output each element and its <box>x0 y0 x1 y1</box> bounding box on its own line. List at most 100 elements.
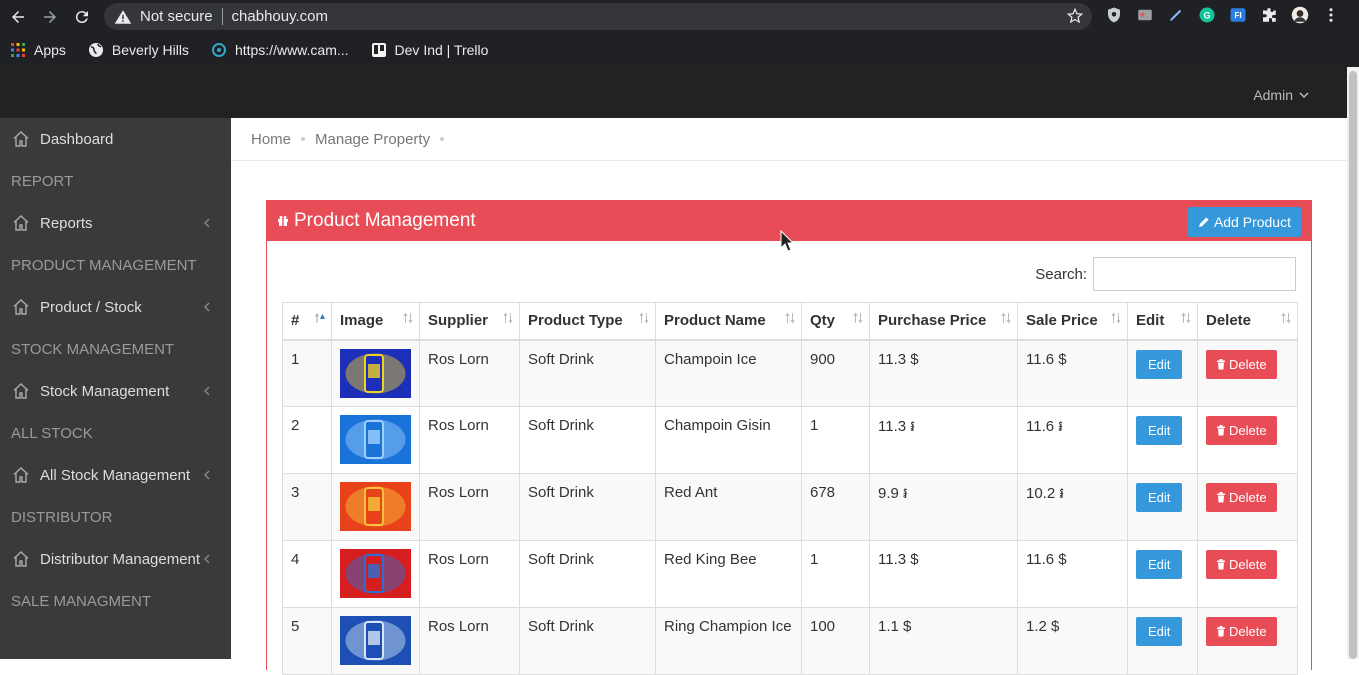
breadcrumb-home[interactable]: Home <box>251 131 291 148</box>
extensions-area: G FI <box>1103 4 1342 26</box>
trash-icon <box>1217 626 1225 637</box>
column-header-qty[interactable]: Qty <box>801 302 870 341</box>
sale-price-text: 11.6 ៛ <box>1026 418 1064 435</box>
sidebar-item-dashboard[interactable]: Dashboard <box>0 118 231 160</box>
cell-purchase-price: 11.3 ៛ <box>869 406 1018 474</box>
supplier-text: Ros Lorn <box>428 484 489 501</box>
sidebar-section-header: REPORT <box>0 160 231 202</box>
bookmark-apps[interactable]: Apps <box>10 42 66 58</box>
sidebar-item-distributor-management[interactable]: Distributor Management <box>0 538 231 580</box>
reload-button[interactable] <box>68 3 96 31</box>
address-bar[interactable]: Not secure chabhouy.com <box>104 3 1092 30</box>
delete-button[interactable]: Delete <box>1206 416 1277 445</box>
scrollbar-thumb[interactable] <box>1349 71 1357 659</box>
column-header-label: Purchase Price <box>878 312 987 330</box>
sidebar-item-all-stock-management[interactable]: All Stock Management <box>0 454 231 496</box>
bookmark-star-icon[interactable] <box>1066 7 1084 25</box>
product-name-text: Ring Champion Ice <box>664 618 792 635</box>
edit-button[interactable]: Edit <box>1136 617 1183 646</box>
product-type-text: Soft Drink <box>528 417 594 434</box>
user-menu[interactable]: Admin <box>1253 87 1309 103</box>
product-thumbnail <box>340 482 411 531</box>
trash-icon <box>1217 559 1225 570</box>
sort-icon <box>403 312 413 324</box>
column-header-edit[interactable]: Edit <box>1127 302 1198 341</box>
delete-button[interactable]: Delete <box>1206 349 1277 379</box>
breadcrumb-manage-property[interactable]: Manage Property <box>315 131 430 148</box>
column-header-purchase-price[interactable]: Purchase Price <box>869 302 1018 341</box>
sidebar-item-product-stock[interactable]: Product / Stock <box>0 286 231 328</box>
search-row: Search: <box>267 256 1311 291</box>
cell-qty: 678 <box>801 473 870 541</box>
column-header-supplier[interactable]: Supplier <box>419 302 520 341</box>
forward-button[interactable] <box>36 3 64 31</box>
cell-number: 5 <box>282 607 332 675</box>
delete-button[interactable]: Delete <box>1206 483 1277 512</box>
cell-delete: Delete <box>1197 339 1298 407</box>
sidebar: Dashboard REPORT Reports PRODUCT MANAGEMENT… <box>0 118 231 659</box>
home-icon <box>13 551 29 567</box>
sidebar-item-label: Distributor Management <box>40 550 201 568</box>
trello-icon <box>371 43 386 57</box>
site-icon <box>211 43 226 57</box>
profile-avatar[interactable] <box>1289 4 1311 26</box>
product-thumbnail <box>340 415 411 464</box>
sidebar-item-label: Dashboard <box>40 130 114 148</box>
row-number: 2 <box>291 417 300 434</box>
puzzle-icon <box>1263 8 1276 22</box>
extension-grammarly[interactable]: G <box>1196 4 1218 26</box>
sidebar-section-header: DISTRIBUTOR <box>0 496 231 538</box>
delete-button[interactable]: Delete <box>1206 617 1277 646</box>
bookmark-beverly-hills[interactable]: Beverly Hills <box>88 42 189 58</box>
mouse-cursor-icon <box>780 230 794 252</box>
sidebar-item-label: Reports <box>40 214 93 232</box>
extension-window[interactable] <box>1134 4 1156 26</box>
product-panel: Product Management Add Product Search: #… <box>266 200 1312 675</box>
edit-button[interactable]: Edit <box>1136 550 1183 579</box>
cell-purchase-price: 11.3 $ <box>869 540 1018 608</box>
column-header-label: Delete <box>1206 312 1252 330</box>
column-header-product-type[interactable]: Product Type <box>519 302 656 341</box>
column-header-delete[interactable]: Delete <box>1197 302 1298 341</box>
edit-button[interactable]: Edit <box>1136 416 1183 445</box>
column-header-sale-price[interactable]: Sale Price <box>1017 302 1128 341</box>
sidebar-section-header: SALE MANAGMENT <box>0 580 231 622</box>
column-header-product-name[interactable]: Product Name <box>655 302 802 341</box>
sidebar-item-stock-management[interactable]: Stock Management <box>0 370 231 412</box>
extension-fi[interactable]: FI <box>1227 4 1249 26</box>
trash-icon <box>1217 358 1225 369</box>
section-label: STOCK MANAGEMENT <box>11 340 175 358</box>
product-table: # Image Supplier Product Type Product Name Qt… <box>282 302 1298 675</box>
breadcrumb: Home Manage Property <box>231 118 1347 161</box>
edit-button[interactable]: Edit <box>1136 349 1183 379</box>
add-product-button[interactable]: Add Product <box>1187 207 1301 237</box>
section-label: DISTRIBUTOR <box>11 508 113 526</box>
trash-icon <box>1217 492 1225 503</box>
edit-button[interactable]: Edit <box>1136 483 1183 512</box>
extension-shield[interactable] <box>1103 4 1125 26</box>
pen-icon <box>1170 9 1182 21</box>
back-button[interactable] <box>4 3 32 31</box>
bookmark-cam[interactable]: https://www.cam... <box>211 42 349 58</box>
column-header-label: Product Type <box>528 312 623 330</box>
product-thumbnail <box>340 348 411 398</box>
delete-button[interactable]: Delete <box>1206 550 1277 579</box>
apps-grid-icon <box>11 43 25 57</box>
window-icon <box>1138 9 1152 21</box>
more-vert-icon <box>1329 8 1333 22</box>
row-number: 4 <box>291 551 300 568</box>
sidebar-item-reports[interactable]: Reports <box>0 202 231 244</box>
table-header-row: # Image Supplier Product Type Product Name Qt… <box>282 302 1298 341</box>
chrome-menu[interactable] <box>1320 4 1342 26</box>
column-header-number[interactable]: # <box>282 302 332 341</box>
bookmark-trello[interactable]: Dev Ind | Trello <box>371 42 488 58</box>
qty-text: 1 <box>810 551 819 568</box>
page-scrollbar[interactable] <box>1347 67 1359 659</box>
extension-pen[interactable] <box>1165 4 1187 26</box>
extensions-menu[interactable] <box>1258 4 1280 26</box>
column-header-image[interactable]: Image <box>331 302 420 341</box>
add-product-label: Add Product <box>1213 214 1291 230</box>
chevron-left-icon <box>204 302 210 312</box>
search-input[interactable] <box>1093 257 1296 291</box>
cell-product-type: Soft Drink <box>519 339 656 407</box>
